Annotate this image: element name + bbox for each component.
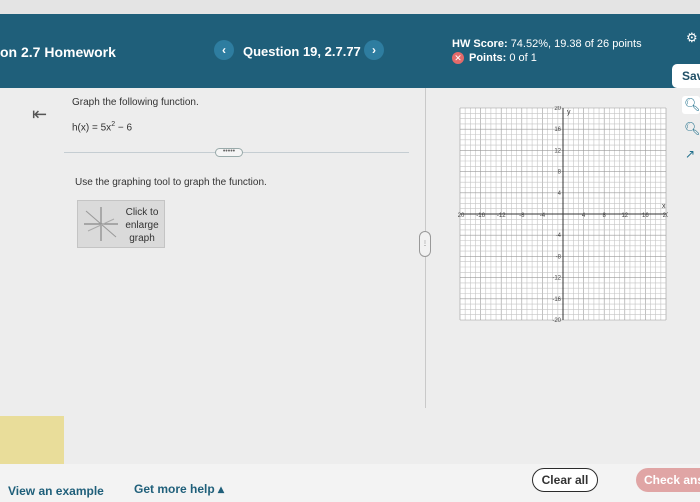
open-external-icon[interactable]: ↗: [682, 146, 700, 164]
panel-resize-handle[interactable]: ⋮: [419, 231, 431, 257]
y-tick-label: -12: [552, 276, 561, 282]
expand-pill-button[interactable]: •••••: [215, 148, 243, 157]
enlarge-line-3: graph: [129, 233, 155, 244]
function-suffix: − 6: [115, 122, 133, 134]
tool-instruction: Use the graphing tool to graph the funct…: [75, 177, 267, 188]
get-help-label: Get more help: [134, 482, 215, 496]
settings-gear-icon[interactable]: ⚙: [686, 30, 700, 44]
function-prefix: h(x) = 5x: [72, 122, 112, 134]
incorrect-icon: ✕: [452, 52, 464, 64]
footer-bar: View an example Get more help ▴ Clear al…: [0, 464, 700, 502]
caret-up-icon: ▴: [218, 482, 225, 496]
save-button[interactable]: Sav: [672, 64, 700, 88]
x-tick-label: -4: [540, 213, 546, 219]
photo-border: [0, 0, 700, 14]
x-tick-label: -20: [458, 213, 465, 219]
zoom-in-icon[interactable]: 🔍︎: [682, 96, 700, 114]
enlarge-line-1: Click to: [125, 207, 159, 218]
question-instruction: Graph the following function.: [72, 97, 199, 108]
enlarge-graph-label: Click to enlarge graph: [122, 206, 162, 245]
y-tick-label: 16: [554, 127, 561, 133]
y-axis-label: y: [567, 109, 571, 116]
function-expression: h(x) = 5x2 − 6: [72, 121, 132, 133]
mini-graph-icon: [84, 207, 118, 241]
hw-score-value: 74.52%, 19.38 of 26 points: [510, 38, 642, 50]
previous-question-button[interactable]: ‹: [214, 40, 234, 60]
hw-score-label: HW Score:: [452, 38, 508, 50]
header-bar: on 2.7 Homework ‹ Question 19, 2.7.77 › …: [0, 14, 700, 88]
coordinate-grid[interactable]: xy-20-16-12-8-44812162020161284-4-8-12-1…: [456, 106, 670, 324]
x-tick-label: -12: [497, 213, 506, 219]
enlarge-graph-button[interactable]: Click to enlarge graph: [77, 200, 165, 248]
y-tick-label: -20: [552, 318, 561, 322]
next-question-button[interactable]: ›: [364, 40, 384, 60]
y-tick-label: 12: [554, 148, 561, 154]
points-status: ✕ Points: 0 of 1: [452, 52, 537, 64]
get-more-help-link[interactable]: Get more help ▴: [134, 482, 224, 496]
graph-area[interactable]: xy-20-16-12-8-44812162020161284-4-8-12-1…: [456, 106, 670, 327]
question-content: ⇤ Graph the following function. h(x) = 5…: [0, 88, 700, 502]
collapse-panel-icon[interactable]: ⇤: [32, 104, 47, 125]
x-tick-label: 16: [642, 213, 649, 219]
assignment-title: on 2.7 Homework: [0, 44, 116, 60]
question-label: Question 19, 2.7.77: [243, 44, 361, 59]
x-tick-label: 20: [663, 213, 668, 219]
points-value: 0 of 1: [509, 52, 537, 64]
check-answer-button[interactable]: Check ans: [636, 468, 700, 492]
hw-score: HW Score: 74.52%, 19.38 of 26 points: [452, 38, 642, 50]
y-tick-label: -8: [556, 254, 562, 260]
clear-all-button[interactable]: Clear all: [532, 468, 598, 492]
y-tick-label: 20: [554, 106, 561, 112]
x-tick-label: -16: [476, 213, 485, 219]
photo-glare: [0, 416, 64, 464]
x-tick-label: 12: [621, 213, 628, 219]
x-axis-label: x: [662, 203, 666, 210]
points-label: Points:: [469, 52, 507, 64]
y-tick-label: -4: [556, 233, 562, 239]
y-tick-label: -16: [552, 297, 561, 303]
enlarge-line-2: enlarge: [125, 220, 159, 231]
x-tick-label: -8: [519, 213, 525, 219]
zoom-out-icon[interactable]: 🔍︎: [682, 120, 700, 138]
view-example-link[interactable]: View an example: [8, 484, 104, 498]
